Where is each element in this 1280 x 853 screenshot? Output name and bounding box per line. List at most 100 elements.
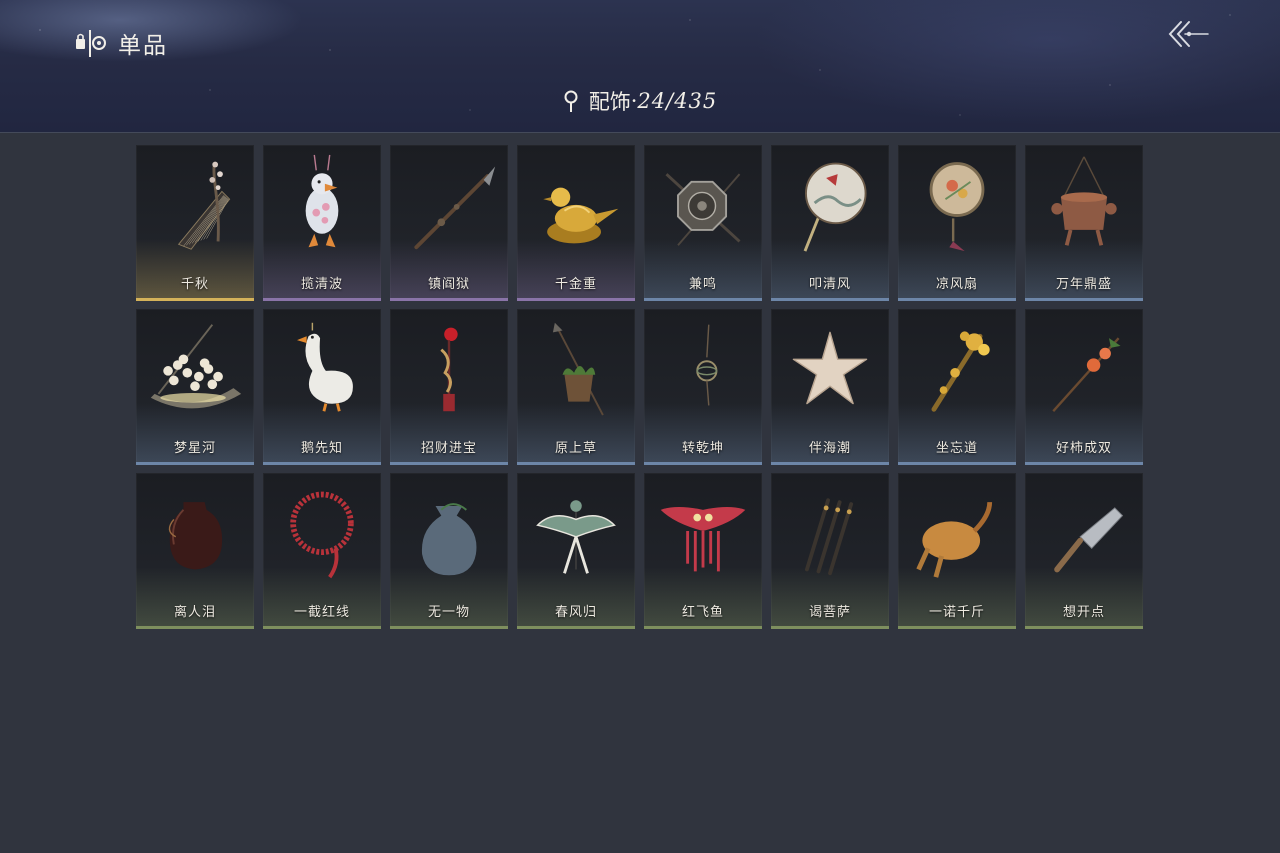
item-card[interactable]: 想开点 <box>1025 473 1143 629</box>
swallow-kite-icon <box>536 500 616 574</box>
page-title-group: 单品 <box>74 26 168 60</box>
item-card[interactable]: 伴海潮 <box>771 309 889 465</box>
duck-toy-icon <box>305 154 339 248</box>
item-name: 坐忘道 <box>935 441 978 456</box>
page-title: 单品 <box>118 33 168 59</box>
category-name: 配饰 <box>588 90 631 114</box>
rarity-bar <box>517 626 635 629</box>
rarity-bar <box>1025 462 1143 465</box>
item-card[interactable]: 红飞鱼 <box>644 473 762 629</box>
category-count: 24/435 <box>637 89 718 113</box>
item-name: 想开点 <box>1062 605 1105 620</box>
rarity-bar <box>771 626 889 629</box>
item-name: 离人泪 <box>173 605 216 620</box>
rarity-bar <box>1025 626 1143 629</box>
rarity-bar <box>898 462 1016 465</box>
rarity-bar <box>136 462 254 465</box>
item-card[interactable]: 梦星河 <box>136 309 254 465</box>
item-card[interactable]: 一截红线 <box>263 473 381 629</box>
item-card[interactable]: 转乾坤 <box>644 309 762 465</box>
rarity-bar <box>263 462 381 465</box>
item-name: 一截红线 <box>293 605 350 620</box>
item-card[interactable]: 叩清风 <box>771 145 889 301</box>
tripod-censer-icon <box>1051 156 1117 246</box>
fish-kite-icon <box>660 506 746 572</box>
item-card[interactable]: 无一物 <box>390 473 508 629</box>
persimmon-branch-icon <box>1052 337 1121 413</box>
rarity-bar <box>263 626 381 629</box>
item-card[interactable]: 原上草 <box>517 309 635 465</box>
spear-icon <box>414 166 496 250</box>
item-name: 揽清波 <box>300 277 343 292</box>
item-card[interactable]: 揽清波 <box>263 145 381 301</box>
rarity-bar <box>517 298 635 301</box>
wine-jar-icon <box>168 502 223 570</box>
item-name: 梦星河 <box>173 441 216 456</box>
rarity-bar <box>390 626 508 629</box>
rarity-bar <box>517 462 635 465</box>
item-card[interactable]: 万年鼎盛 <box>1025 145 1143 301</box>
item-name: 伴海潮 <box>808 441 851 456</box>
guqin-zither-icon <box>177 161 231 250</box>
item-card[interactable]: 好柿成双 <box>1025 309 1143 465</box>
item-name: 红飞鱼 <box>681 605 724 620</box>
red-cord-icon <box>290 491 354 579</box>
double-chevron-left-icon <box>1168 21 1209 47</box>
rarity-bar <box>136 626 254 629</box>
item-card[interactable]: 坐忘道 <box>898 309 1016 465</box>
golden-pheasant-icon <box>543 187 619 244</box>
item-grid: 千秋 揽清波 镇阎狱 千金重 兼鸣 叩清风 凉风扇 万年鼎盛 梦星河 鹅先知 招… <box>136 145 1143 629</box>
item-card[interactable]: 招财进宝 <box>390 309 508 465</box>
item-card[interactable]: 春风归 <box>517 473 635 629</box>
cloth-pouch-icon <box>421 503 477 576</box>
rarity-bar <box>136 298 254 301</box>
item-card[interactable]: 镇阎狱 <box>390 145 508 301</box>
item-name: 谒菩萨 <box>808 605 851 620</box>
tassel-pendant-icon <box>440 327 458 412</box>
rarity-bar <box>771 298 889 301</box>
item-name: 兼鸣 <box>688 277 717 292</box>
item-card[interactable]: 鹅先知 <box>263 309 381 465</box>
item-card[interactable]: 兼鸣 <box>644 145 762 301</box>
item-card[interactable]: 一诺千斤 <box>898 473 1016 629</box>
item-name: 原上草 <box>554 441 597 456</box>
location-pin-icon <box>564 90 578 112</box>
rarity-bar <box>898 626 1016 629</box>
item-name: 一诺千斤 <box>928 605 985 620</box>
triple-dagger-icon <box>805 498 854 576</box>
header-banner: 单品 配饰 · 24/435 <box>0 0 1280 133</box>
item-card[interactable]: 离人泪 <box>136 473 254 629</box>
item-name: 千秋 <box>180 277 209 292</box>
rarity-bar <box>644 298 762 301</box>
rarity-bar <box>390 462 508 465</box>
item-card[interactable]: 千金重 <box>517 145 635 301</box>
flower-basket-icon <box>150 324 242 409</box>
golden-scepter-icon <box>931 331 990 412</box>
item-name: 无一物 <box>427 605 470 620</box>
rarity-bar <box>771 462 889 465</box>
item-name: 春风归 <box>554 605 597 620</box>
rarity-bar <box>390 298 508 301</box>
rarity-bar <box>263 298 381 301</box>
item-name: 镇阎狱 <box>427 277 470 292</box>
armillary-charm-icon <box>696 324 718 406</box>
items-icon <box>76 30 106 57</box>
item-card[interactable]: 谒菩萨 <box>771 473 889 629</box>
item-card[interactable]: 凉风扇 <box>898 145 1016 301</box>
rarity-bar <box>644 462 762 465</box>
octagonal-shield-icon <box>665 173 741 246</box>
rarity-bar <box>1025 298 1143 301</box>
round-fan-icon <box>803 162 867 252</box>
item-name: 万年鼎盛 <box>1055 277 1112 292</box>
item-card[interactable]: 千秋 <box>136 145 254 301</box>
cleaver-icon <box>1054 507 1124 573</box>
starfish-icon <box>792 331 868 405</box>
roast-chicken-icon <box>916 502 993 578</box>
item-name: 凉风扇 <box>935 277 978 292</box>
item-name: 千金重 <box>554 277 597 292</box>
rarity-bar <box>644 626 762 629</box>
back-button[interactable] <box>1166 18 1210 52</box>
item-name: 好柿成双 <box>1055 441 1112 456</box>
goose-icon <box>297 322 353 412</box>
rarity-bar <box>898 298 1016 301</box>
